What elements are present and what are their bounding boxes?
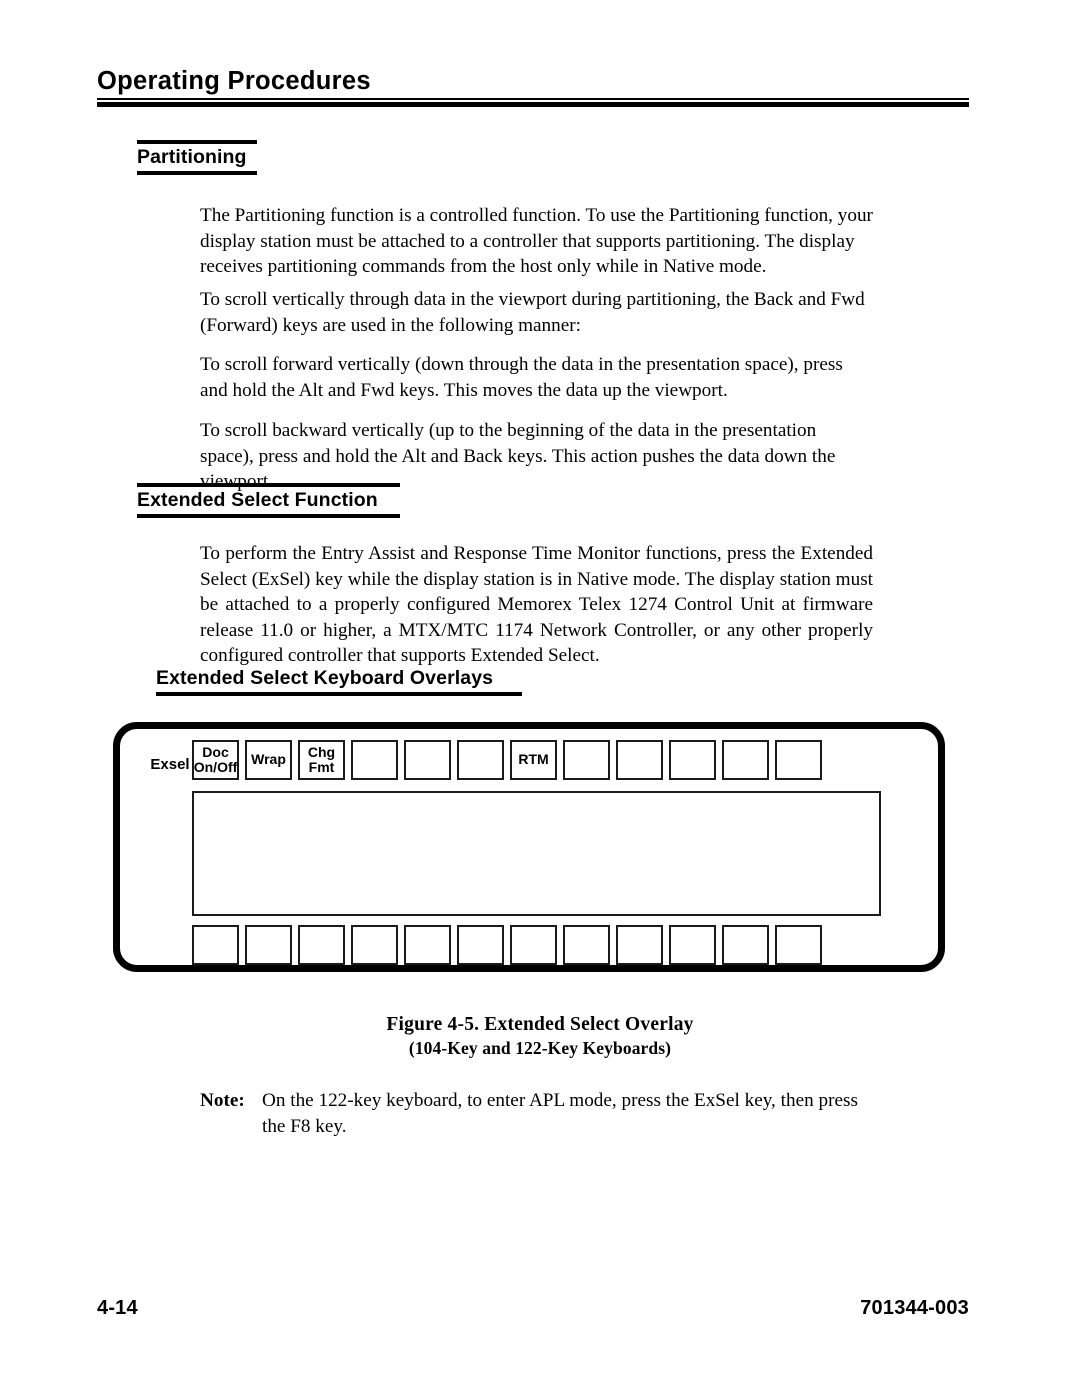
heading-keyboard-overlays-label: Extended Select Keyboard Overlays [156, 667, 494, 689]
keyboard-top-row: Doc On/Off Wrap Chg Fmt RTM [192, 740, 822, 780]
note-text: On the 122-key keyboard, to enter APL mo… [262, 1090, 858, 1137]
key-label: Doc On/Off [193, 743, 238, 775]
overlay-key-top-11[interactable] [722, 740, 769, 780]
overlay-key-top-10[interactable] [669, 740, 716, 780]
paragraph-extended-select: To perform the Entry Assist and Response… [200, 543, 873, 667]
overlay-key-bottom-7[interactable] [510, 925, 557, 965]
keyboard-bottom-row [192, 925, 822, 965]
overlay-key-top-3[interactable]: Chg Fmt [298, 740, 345, 780]
overlay-key-bottom-12[interactable] [775, 925, 822, 965]
overlay-key-bottom-11[interactable] [722, 925, 769, 965]
header-rule-thin [97, 97, 969, 100]
overlay-key-top-9[interactable] [616, 740, 663, 780]
keyboard-center-panel [192, 791, 881, 916]
page-title: Operating Procedures [97, 67, 371, 95]
paragraph-partitioning-intro: The Partitioning function is a controlle… [200, 205, 873, 278]
heading-rule-bottom [156, 691, 522, 696]
overlay-key-top-7[interactable]: RTM [510, 740, 557, 780]
key-label: RTM [518, 751, 549, 768]
overlay-key-top-4[interactable] [351, 740, 398, 780]
page-footer: 4-14 701344-003 [97, 1297, 969, 1320]
overlay-key-bottom-1[interactable] [192, 925, 239, 965]
overlay-key-top-2[interactable]: Wrap [245, 740, 292, 780]
overlay-key-bottom-6[interactable] [457, 925, 504, 965]
paragraph-scroll-intro: To scroll vertically through data in the… [200, 289, 865, 336]
keyboard-overlay-figure: Exsel Doc On/Off Wrap Chg Fmt RTM [113, 722, 945, 972]
note-block: Note: On the 122-key keyboard, to enter … [200, 1088, 873, 1139]
exsel-row-label: Exsel [150, 756, 190, 773]
key-label: Chg Fmt [307, 743, 336, 775]
overlay-key-bottom-5[interactable] [404, 925, 451, 965]
figure-caption: Figure 4-5. Extended Select Overlay (104… [140, 1012, 940, 1060]
heading-partitioning-label: Partitioning [137, 146, 247, 168]
figure-caption-line1: Figure 4-5. Extended Select Overlay [386, 1014, 694, 1035]
overlay-key-top-8[interactable] [563, 740, 610, 780]
overlay-key-bottom-4[interactable] [351, 925, 398, 965]
overlay-key-top-12[interactable] [775, 740, 822, 780]
overlay-key-bottom-8[interactable] [563, 925, 610, 965]
footer-document-number: 701344-003 [860, 1297, 969, 1319]
heading-extended-select-function: Extended Select Function [137, 483, 400, 518]
overlay-key-top-5[interactable] [404, 740, 451, 780]
overlay-key-bottom-10[interactable] [669, 925, 716, 965]
key-label: Wrap [251, 751, 286, 768]
heading-rule-top [137, 140, 257, 144]
heading-partitioning: Partitioning [137, 140, 257, 175]
document-page: Operating Procedures Partitioning The Pa… [0, 0, 1080, 1397]
overlay-key-bottom-3[interactable] [298, 925, 345, 965]
chapter-header: Operating Procedures [97, 68, 969, 107]
note-label: Note: [200, 1090, 245, 1111]
footer-page-number: 4-14 [97, 1297, 138, 1319]
heading-rule-top [137, 483, 400, 487]
overlay-key-bottom-9[interactable] [616, 925, 663, 965]
keyboard-overlay-inner: Exsel Doc On/Off Wrap Chg Fmt RTM [120, 729, 952, 979]
overlay-key-bottom-2[interactable] [245, 925, 292, 965]
heading-rule-bottom [137, 170, 257, 175]
figure-caption-line2: (104-Key and 122-Key Keyboards) [408, 1038, 672, 1058]
header-rule-thick [97, 101, 969, 107]
heading-extended-select-function-label: Extended Select Function [137, 489, 378, 511]
overlay-key-top-6[interactable] [457, 740, 504, 780]
heading-rule-bottom [137, 513, 400, 518]
heading-keyboard-overlays: Extended Select Keyboard Overlays [156, 667, 522, 696]
paragraph-scroll-forward: To scroll forward vertically (down throu… [200, 354, 843, 401]
overlay-key-top-1[interactable]: Doc On/Off [192, 740, 239, 780]
